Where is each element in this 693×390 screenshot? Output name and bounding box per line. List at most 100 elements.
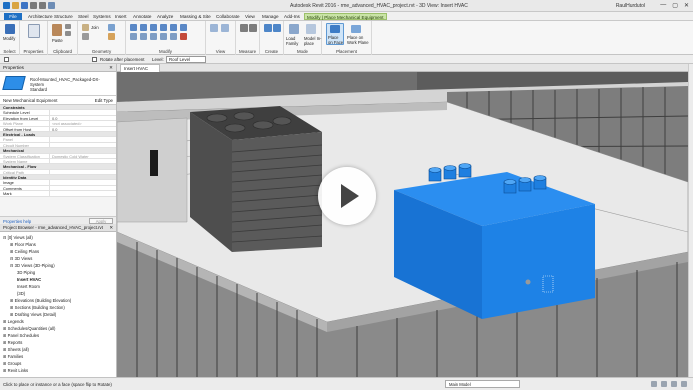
offset-icon[interactable]	[140, 24, 147, 31]
tab-steel[interactable]: Steel	[76, 13, 90, 20]
property-value[interactable]	[50, 180, 116, 184]
browser-tree-item[interactable]: Insert Room	[17, 284, 40, 289]
property-value[interactable]: 0.0	[50, 116, 116, 120]
open-icon[interactable]	[12, 2, 19, 9]
worksets-icon[interactable]	[651, 381, 657, 387]
place-on-work-plane-icon[interactable]	[351, 25, 361, 33]
tab-add-ins[interactable]: Add-Ins	[282, 13, 302, 20]
tab-systems[interactable]: Systems	[91, 13, 113, 20]
3d-view-canvas[interactable]	[117, 72, 688, 377]
tab-structure[interactable]: Structure	[52, 13, 75, 20]
panel-label-view[interactable]: View	[206, 49, 235, 54]
undo-icon[interactable]	[30, 2, 37, 9]
panel-label-modify[interactable]: Modify	[126, 49, 205, 54]
measure-icon[interactable]	[240, 24, 248, 32]
browser-tree-item[interactable]: ⊞ Drafting Views (Detail)	[10, 312, 56, 317]
panel-label-placement[interactable]: Placement	[322, 49, 371, 54]
load-family-icon[interactable]	[289, 24, 299, 34]
trim-icon[interactable]	[130, 33, 137, 40]
model-in-place-icon[interactable]	[306, 24, 316, 34]
property-value[interactable]: <not associated>	[50, 121, 116, 125]
array-icon[interactable]	[150, 33, 157, 40]
model-selector[interactable]: Main Model	[445, 380, 520, 388]
paste-icon[interactable]	[52, 24, 62, 36]
tab-collaborate[interactable]: Collaborate	[214, 13, 242, 20]
video-play-button[interactable]	[318, 167, 376, 225]
minimize-button[interactable]: —	[660, 2, 666, 9]
mirror-icon[interactable]	[150, 24, 157, 31]
panel-label-clipboard[interactable]: Clipboard	[48, 49, 77, 54]
rotate-after-placement-checkbox[interactable]	[92, 57, 97, 62]
property-value[interactable]	[50, 170, 116, 174]
property-value[interactable]: Domestic Cold Water	[50, 154, 116, 158]
browser-tree-item[interactable]: ⊞ Elevations (Building Elevation)	[10, 298, 71, 303]
join-button[interactable]: Join	[91, 25, 99, 30]
edit-type-button[interactable]: Edit Type	[95, 96, 113, 105]
close-button[interactable]: ✕	[684, 2, 689, 9]
tab-view[interactable]: View	[243, 13, 257, 20]
property-value[interactable]	[50, 137, 116, 141]
selection-lock-icon[interactable]	[681, 381, 687, 387]
delete-icon[interactable]	[180, 33, 187, 40]
place-on-work-plane-button[interactable]: Place on Work Plane	[347, 35, 371, 45]
copy-icon[interactable]	[65, 31, 71, 36]
browser-tree-item[interactable]: ⊞ Reports	[3, 340, 22, 345]
tab-massing-site[interactable]: Massing & Site	[178, 13, 213, 20]
dimension-icon[interactable]	[249, 24, 257, 32]
type-selector[interactable]: Roof-Mounted_HVAC_Packaged-DX- System St…	[0, 72, 116, 96]
panel-label-mode[interactable]: Mode	[284, 49, 321, 54]
drawing-area[interactable]: Insert HVAC	[117, 64, 688, 377]
pin-icon[interactable]	[170, 33, 177, 40]
split-icon[interactable]	[140, 33, 147, 40]
wall-joins-icon[interactable]	[108, 24, 115, 31]
browser-tree-item[interactable]: ⊞ Floor Plans	[10, 242, 36, 247]
browser-tree-item[interactable]: {3D}	[17, 291, 25, 296]
browser-tree-item[interactable]: 3D Piping	[17, 270, 35, 275]
copy-element-icon[interactable]	[170, 24, 177, 31]
override-icon[interactable]	[221, 24, 229, 32]
browser-tree-item[interactable]: ⊞ Sections (Building Section)	[10, 305, 65, 310]
browser-tree-item[interactable]: ⊟ 3D Views (3D-Piping)	[10, 263, 55, 268]
rotate-icon[interactable]	[180, 24, 187, 31]
create-group-icon[interactable]	[264, 24, 272, 32]
modify-icon-small[interactable]	[4, 57, 9, 62]
cope-icon[interactable]	[82, 24, 89, 31]
browser-tree-item[interactable]: ⊞ Groups	[3, 361, 21, 366]
user-name[interactable]: RaulHurdutol	[616, 3, 645, 9]
tab-modify-place-mechanical-equipment[interactable]: Modify | Place Mechanical Equipment	[304, 13, 387, 20]
place-on-face-button[interactable]: Place on Face	[328, 35, 344, 45]
tab-architecture[interactable]: Architecture	[26, 13, 55, 20]
browser-tree-item[interactable]: ⊞ Sheets (all)	[3, 347, 29, 352]
browser-tree-item[interactable]: ⊞ Revit Links	[3, 368, 28, 373]
level-select[interactable]: Roof Level	[166, 56, 206, 63]
panel-label-properties[interactable]: Properties	[20, 49, 47, 54]
model-in-place-button[interactable]: Model In-place	[304, 36, 322, 46]
revit-logo-icon[interactable]	[3, 2, 10, 9]
panel-label-measure[interactable]: Measure	[236, 49, 259, 54]
align-icon[interactable]	[130, 24, 137, 31]
tab-insert[interactable]: Insert	[113, 13, 129, 20]
property-row[interactable]: Mark	[0, 191, 116, 197]
design-options-icon[interactable]	[661, 381, 667, 387]
redo-icon[interactable]	[39, 2, 46, 9]
property-value[interactable]: 0.0	[50, 127, 116, 131]
modify-button[interactable]: Modify	[3, 36, 15, 41]
vertical-scrollbar[interactable]	[688, 64, 693, 377]
paint-icon[interactable]	[108, 33, 115, 40]
create-similar-icon[interactable]	[273, 24, 281, 32]
property-value[interactable]	[50, 143, 116, 147]
load-family-button[interactable]: Load Family	[286, 36, 304, 46]
browser-tree-item[interactable]: ⊞ Ceiling Plans	[10, 249, 39, 254]
property-value[interactable]	[50, 186, 116, 190]
tab-annotate[interactable]: Annotate	[131, 13, 153, 20]
property-value[interactable]	[50, 110, 116, 114]
print-icon[interactable]	[48, 2, 55, 9]
browser-tree-item[interactable]: ⊞ Schedules/Quantities (all)	[3, 326, 55, 331]
instance-filter[interactable]: New Mechanical Equipment Edit Type	[0, 96, 116, 105]
view-tab-insert-hvac[interactable]: Insert HVAC	[120, 64, 160, 72]
close-icon[interactable]: ✕	[109, 64, 113, 72]
tab-manage[interactable]: Manage	[260, 13, 281, 20]
filter-icon[interactable]	[671, 381, 677, 387]
browser-tree-item[interactable]: ⊟ [0] Views (all)	[3, 235, 33, 240]
cut-geometry-icon[interactable]	[82, 33, 89, 40]
